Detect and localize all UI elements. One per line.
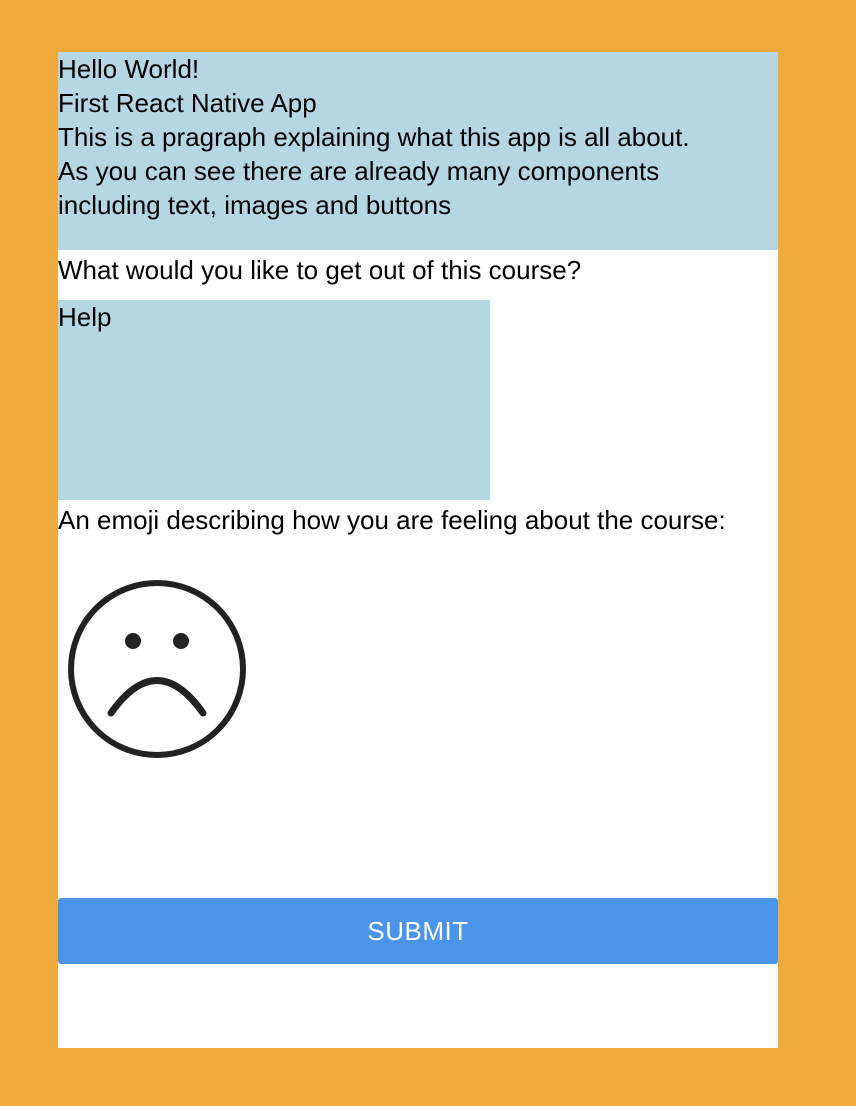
sad-face-icon [66, 578, 248, 760]
submit-button[interactable]: SUBMIT [58, 898, 778, 964]
intro-paragraph-line-3: including text, images and buttons [58, 190, 452, 220]
intro-paragraph-line-2: As you can see there are already many co… [58, 156, 660, 186]
hello-title: Hello World! [58, 54, 200, 84]
course-question-label: What would you like to get out of this c… [58, 255, 582, 285]
course-answer-input[interactable]: Help [58, 300, 490, 500]
intro-paragraph-line-1: This is a pragraph explaining what this … [58, 122, 690, 152]
intro-block: Hello World! First React Native App This… [58, 52, 778, 250]
app-panel: Hello World! First React Native App This… [58, 52, 778, 1048]
emoji-label: An emoji describing how you are feeling … [58, 505, 726, 535]
app-subtitle: First React Native App [58, 88, 317, 118]
